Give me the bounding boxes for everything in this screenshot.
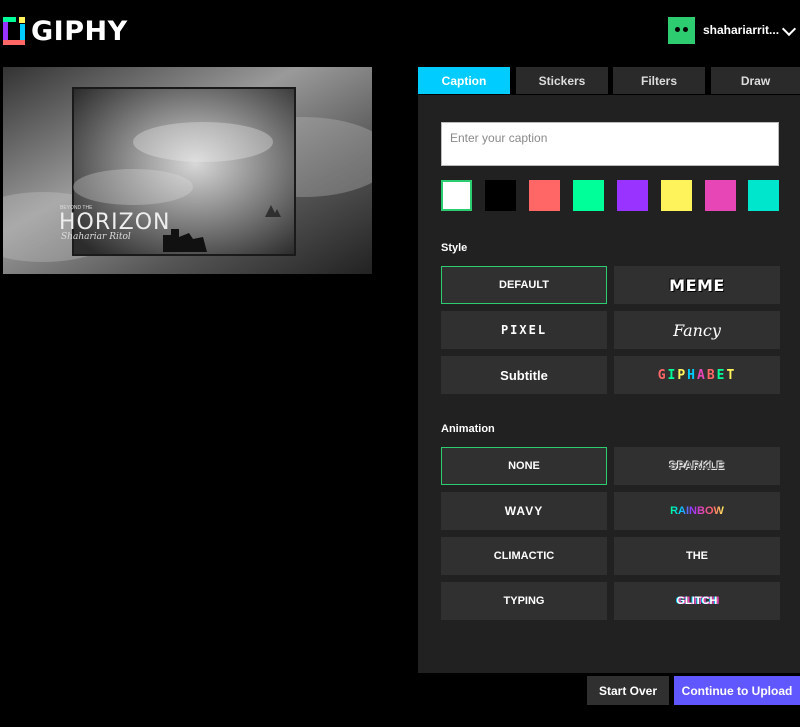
user-menu[interactable]: shahariarrit... [668, 16, 800, 44]
preview-image: BEYOND THE HORIZON Shahariar Ritol [3, 67, 372, 274]
color-swatch-pink[interactable] [705, 180, 736, 211]
overlay-script-text: Shahariar Ritol [61, 232, 131, 242]
logo-text: GIPHY [31, 15, 128, 47]
style-meme[interactable]: MEME [614, 266, 780, 304]
animation-climactic[interactable]: CLIMACTIC [441, 537, 607, 575]
style-subtitle-label: Subtitle [500, 367, 548, 383]
style-label: Style [441, 242, 468, 254]
avatar [668, 16, 695, 44]
color-swatch-white[interactable] [441, 180, 472, 211]
tab-draw[interactable]: Draw [711, 67, 800, 94]
animation-none-label: NONE [508, 460, 540, 472]
style-subtitle[interactable]: Subtitle [441, 356, 607, 394]
animation-wavy-label: WAVY [504, 504, 544, 518]
animation-rainbow-label: RAINBOW [670, 505, 724, 517]
style-meme-label: MEME [669, 275, 725, 295]
animation-climactic-label: CLIMACTIC [493, 550, 555, 562]
animation-typing-label: TYPING [503, 595, 545, 607]
animation-none[interactable]: NONE [441, 447, 607, 485]
caption-input[interactable] [441, 122, 779, 166]
continue-to-upload-button[interactable]: Continue to Upload [674, 676, 800, 705]
gif-preview: BEYOND THE HORIZON Shahariar Ritol [3, 67, 372, 274]
style-default[interactable]: DEFAULT [441, 266, 607, 304]
animation-the[interactable]: THE [614, 537, 780, 575]
giphy-logo-icon [3, 17, 25, 45]
giphy-logo[interactable]: GIPHY [3, 15, 128, 47]
color-swatch-red[interactable] [529, 180, 560, 211]
style-giphabet[interactable]: GIPHABET [614, 356, 780, 394]
animation-typing[interactable]: TYPING [441, 582, 607, 620]
style-pixel-label: PIXEL [500, 323, 548, 337]
tab-stickers[interactable]: Stickers [516, 67, 608, 94]
style-giphabet-label: GIPHABET [657, 367, 737, 383]
style-pixel[interactable]: PIXEL [441, 311, 607, 349]
animation-the-label: THE [686, 550, 708, 562]
animation-sparkle-label: SPARKLE [669, 460, 725, 472]
style-default-label: DEFAULT [499, 279, 549, 291]
animation-glitch[interactable]: GLITCH [614, 582, 780, 620]
tab-caption[interactable]: Caption [418, 67, 510, 94]
tab-filters[interactable]: Filters [613, 67, 705, 94]
chevron-down-icon [781, 21, 797, 37]
color-swatch-green[interactable] [573, 180, 604, 211]
color-swatch-black[interactable] [485, 180, 516, 211]
style-fancy-label: Fancy [673, 320, 721, 340]
animation-sparkle[interactable]: SPARKLE [614, 447, 780, 485]
animation-glitch-label: GLITCH [676, 595, 718, 607]
username: shahariarrit... [703, 23, 780, 37]
style-fancy[interactable]: Fancy [614, 311, 780, 349]
animation-wavy[interactable]: WAVY [441, 492, 607, 530]
editor-tabs: Caption Stickers Filters Draw [418, 67, 800, 95]
animation-label: Animation [441, 423, 495, 435]
animation-rainbow[interactable]: RAINBOW [614, 492, 780, 530]
color-swatch-yellow[interactable] [661, 180, 692, 211]
start-over-button[interactable]: Start Over [587, 676, 669, 705]
color-swatch-purple[interactable] [617, 180, 648, 211]
color-swatch-teal[interactable] [748, 180, 779, 211]
